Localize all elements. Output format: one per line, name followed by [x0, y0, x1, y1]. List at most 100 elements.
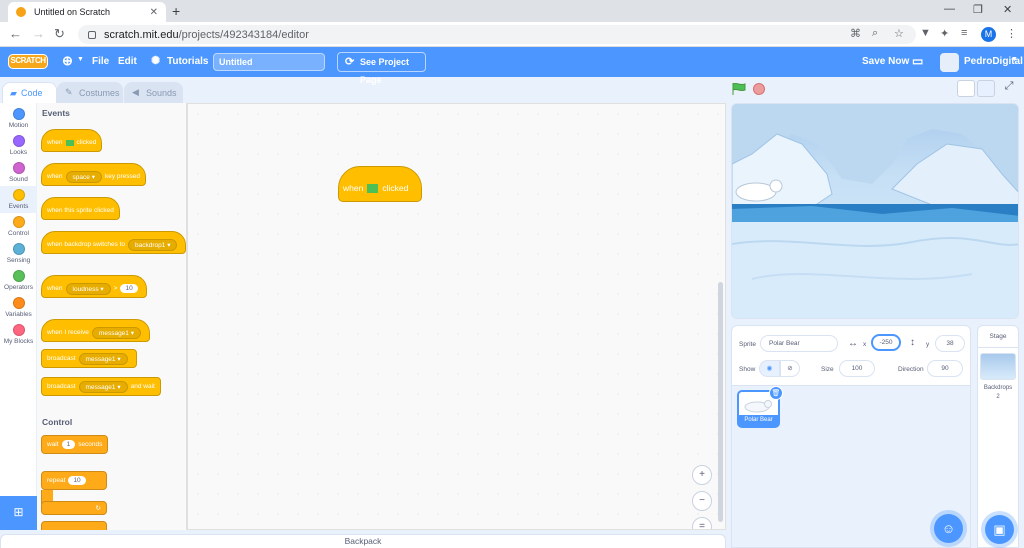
- script-when-flag-clicked-block[interactable]: when clicked: [338, 166, 422, 202]
- key-dropdown[interactable]: space ▾: [65, 170, 102, 183]
- loudness-dropdown[interactable]: loudness ▾: [65, 282, 111, 295]
- repeat-input[interactable]: 10: [68, 476, 86, 485]
- language-globe-icon[interactable]: ⊕: [62, 53, 73, 69]
- tab-costumes[interactable]: ✎ Costumes: [57, 82, 123, 103]
- category-label: Control: [8, 230, 29, 237]
- broadcast-wait-dropdown[interactable]: message1 ▾: [78, 380, 128, 393]
- browser-tab[interactable]: Untitled on Scratch ✕: [8, 2, 166, 22]
- edit-menu[interactable]: Edit: [118, 56, 137, 67]
- loudness-input[interactable]: 10: [120, 284, 138, 293]
- wait-seconds-block[interactable]: wait 1 seconds: [41, 435, 109, 454]
- new-tab-icon[interactable]: +: [172, 3, 180, 19]
- category-events[interactable]: Events: [0, 186, 37, 213]
- bookmark-star-icon[interactable]: ☆: [894, 27, 904, 40]
- when-sprite-clicked-block[interactable]: when this sprite clicked: [41, 197, 120, 220]
- choose-backdrop-button[interactable]: ▣: [985, 515, 1014, 544]
- see-project-page-button[interactable]: ⟳ See Project Page: [337, 52, 426, 85]
- reading-list-icon[interactable]: ≡: [961, 27, 967, 39]
- forever-block[interactable]: [41, 521, 107, 530]
- choose-sprite-button[interactable]: ☺: [934, 514, 963, 543]
- broadcast-and-wait-block[interactable]: broadcast message1 ▾ and wait: [41, 377, 161, 396]
- file-menu[interactable]: File: [92, 56, 109, 67]
- script-area[interactable]: when clicked + − =: [187, 103, 726, 530]
- see-project-page-label: See Project Page: [360, 57, 410, 85]
- green-flag-button[interactable]: [732, 83, 746, 95]
- zoom-icon[interactable]: ⌕: [872, 27, 878, 40]
- show-visible-button[interactable]: ◉: [759, 360, 780, 377]
- category-label: Sound: [9, 176, 28, 183]
- operators-dot-icon: [12, 270, 25, 282]
- when-key-pressed-block[interactable]: when space ▾ key pressed: [41, 163, 147, 186]
- variables-dot-icon: [12, 297, 25, 309]
- forward-icon[interactable]: →: [32, 26, 45, 41]
- back-icon[interactable]: ←: [9, 26, 22, 41]
- my-stuff-folder-icon[interactable]: ▭: [912, 54, 923, 68]
- receive-message-dropdown[interactable]: message1 ▾: [91, 326, 141, 339]
- zoom-in-button[interactable]: +: [692, 465, 712, 485]
- project-title-input[interactable]: Untitled: [213, 53, 325, 71]
- wait-input[interactable]: 1: [61, 440, 76, 449]
- green-flag-icon: [65, 139, 74, 146]
- sprite-name: Polar Bear: [739, 415, 778, 426]
- when-i-receive-block[interactable]: when I receive message1 ▾: [41, 319, 150, 342]
- category-sensing[interactable]: Sensing: [0, 240, 37, 267]
- script-area-scrollbar[interactable]: [718, 282, 723, 522]
- category-variables[interactable]: Variables: [0, 294, 37, 321]
- browser-menu-icon[interactable]: ⋮: [1006, 27, 1017, 40]
- save-now-button[interactable]: Save Now: [862, 56, 909, 67]
- url-field[interactable]: scratch.mit.edu/projects/492343184/edito…: [78, 25, 916, 44]
- fullscreen-icon[interactable]: ⤢: [1000, 80, 1018, 97]
- close-tab-icon[interactable]: ✕: [150, 7, 158, 18]
- extensions-puzzle-icon[interactable]: ✦: [940, 27, 949, 40]
- broadcast-block[interactable]: broadcast message1 ▾: [41, 349, 137, 368]
- zoom-in-icon: +: [699, 469, 705, 480]
- broadcast-message-dropdown[interactable]: message1 ▾: [78, 352, 128, 365]
- browser-profile-avatar[interactable]: M: [981, 27, 996, 42]
- stop-button[interactable]: [753, 83, 765, 95]
- category-my-blocks[interactable]: My Blocks: [0, 321, 37, 348]
- backdrop-dropdown[interactable]: backdrop1 ▾: [128, 238, 178, 251]
- sprite-name-input[interactable]: Polar Bear: [760, 335, 838, 352]
- x-position-input[interactable]: -250: [871, 334, 901, 351]
- extension-filter-icon[interactable]: ▼: [920, 27, 931, 39]
- my-blocks-dot-icon: [12, 324, 25, 336]
- sound-dot-icon: [12, 162, 25, 174]
- when-loudness-block[interactable]: when loudness ▾ > 10: [41, 275, 147, 298]
- tab-code[interactable]: ▰ Code: [2, 82, 57, 103]
- category-control[interactable]: Control: [0, 213, 37, 240]
- direction-input[interactable]: 90: [927, 360, 963, 377]
- user-caret-icon[interactable]: ▼: [1011, 56, 1018, 63]
- category-looks[interactable]: Looks: [0, 132, 37, 159]
- tab-sounds[interactable]: ◀ Sounds: [124, 82, 183, 103]
- repeat-block[interactable]: repeat 10: [41, 471, 107, 490]
- events-dot-icon: [12, 189, 25, 201]
- zoom-reset-button[interactable]: =: [692, 517, 712, 529]
- sprite-thumbnail[interactable]: 🗑 Polar Bear: [737, 386, 783, 428]
- tutorials-bulb-icon: ✺: [151, 55, 161, 67]
- size-input[interactable]: 100: [839, 360, 875, 377]
- add-extension-button[interactable]: ⊞: [0, 496, 37, 530]
- minimize-icon[interactable]: —: [944, 3, 955, 15]
- y-position-input[interactable]: 38: [935, 335, 965, 352]
- small-stage-button[interactable]: [957, 80, 975, 97]
- user-avatar[interactable]: [940, 53, 959, 72]
- address-bar-row: ← → ↻ scratch.mit.edu/projects/492343184…: [0, 22, 1024, 47]
- normal-stage-button[interactable]: [977, 80, 995, 97]
- close-window-icon[interactable]: ✕: [1003, 3, 1012, 16]
- when-flag-clicked-block[interactable]: when clicked: [41, 129, 103, 152]
- category-operators[interactable]: Operators: [0, 267, 37, 294]
- category-motion[interactable]: Motion: [0, 105, 37, 132]
- scratch-logo[interactable]: SCRATCH: [8, 54, 48, 69]
- x-label: x: [863, 341, 867, 348]
- when-backdrop-switches-block[interactable]: when backdrop switches to backdrop1 ▾: [41, 231, 186, 254]
- category-sound[interactable]: Sound: [0, 159, 37, 186]
- delete-sprite-icon[interactable]: 🗑: [769, 386, 783, 400]
- stage-canvas[interactable]: [731, 103, 1019, 319]
- backpack-bar[interactable]: Backpack: [0, 534, 726, 548]
- translate-icon[interactable]: ⌘: [850, 27, 861, 40]
- zoom-out-button[interactable]: −: [692, 491, 712, 511]
- show-hidden-button[interactable]: ⊘: [780, 360, 800, 377]
- tutorials-menu[interactable]: Tutorials: [167, 56, 208, 67]
- maximize-icon[interactable]: ❐: [973, 3, 983, 16]
- reload-icon[interactable]: ↻: [54, 26, 65, 42]
